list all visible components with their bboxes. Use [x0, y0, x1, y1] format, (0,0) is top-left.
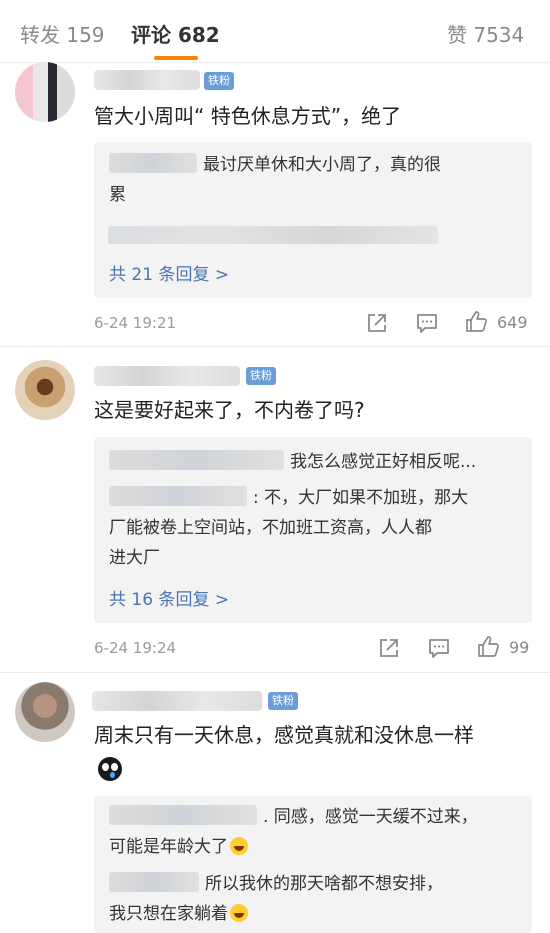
comment-text: 这是要好起来了，不内卷了吗? — [94, 398, 365, 422]
thumbs-up-icon[interactable] — [477, 635, 501, 659]
view-more-replies-link[interactable]: 共 21 条回复 > — [109, 260, 229, 285]
avatar[interactable] — [15, 682, 75, 742]
divider — [0, 672, 550, 673]
reply-box[interactable]: 我怎么感觉正好相反呢... : 不，大厂如果不加班，那大 厂能被卷上空间站，不加… — [94, 437, 532, 623]
reply-item[interactable]: 所以我休的那天啥都不想安排， 我只想在家躺着 — [109, 869, 517, 929]
comment-timestamp: 6-24 19:24 — [94, 639, 177, 657]
reply-text-line: 所以我休的那天啥都不想安排， — [205, 874, 443, 894]
active-tab-indicator — [154, 56, 198, 60]
reply-text-line: 最讨厌单休和大小周了，真的很 — [203, 155, 441, 175]
reply-item[interactable]: : 不，大厂如果不加班，那大 厂能被卷上空间站，不加班工资高，人人都 进大厂 — [109, 483, 517, 573]
like-count: 99 — [509, 638, 530, 657]
avatar[interactable] — [15, 360, 75, 420]
share-icon[interactable] — [366, 312, 388, 334]
avatar[interactable] — [15, 62, 75, 122]
username-blurred[interactable] — [94, 70, 200, 90]
divider — [0, 346, 550, 347]
tab-repost[interactable]: 转发 159 — [20, 19, 105, 48]
comment-text: 管大小周叫“ 特色休息方式”，绝了 — [94, 104, 402, 128]
thumbs-up-icon[interactable] — [465, 310, 489, 334]
reply-username-blurred — [109, 872, 199, 892]
reply-box[interactable]: . 同感，感觉一天缓不过来， 可能是年龄大了 所以我休的那天啥都不想安排， 我只… — [94, 796, 532, 933]
tab-likes[interactable]: 赞 7534 — [447, 19, 524, 48]
fan-badge: 铁粉 — [268, 692, 298, 710]
reply-username-blurred — [109, 486, 247, 506]
comment-icon[interactable] — [416, 312, 438, 334]
reply-username-blurred — [109, 153, 197, 173]
fan-badge: 铁粉 — [204, 72, 234, 90]
reply-text-line: . 同感，感觉一天缓不过来， — [263, 807, 478, 827]
laughing-emoji-icon — [230, 837, 248, 855]
reply-username-blurred — [109, 450, 284, 470]
comment-timestamp: 6-24 19:21 — [94, 314, 177, 332]
reply-text-line: : 不，大厂如果不加班，那大 — [253, 488, 469, 508]
reply-item[interactable]: . 同感，感觉一天缓不过来， 可能是年龄大了 — [109, 802, 517, 862]
reply-username-blurred — [109, 805, 257, 825]
username-blurred[interactable] — [92, 691, 262, 711]
laughing-emoji-icon — [230, 904, 248, 922]
crying-emoji-icon — [98, 757, 122, 781]
reply-text-line: 累 — [109, 185, 126, 205]
reply-item[interactable]: 最讨厌单休和大小周了，真的很 累 — [109, 150, 517, 210]
reply-box[interactable]: 最讨厌单休和大小周了，真的很 累 共 21 条回复 > — [94, 142, 532, 298]
reply-text-line: 我只想在家躺着 — [109, 904, 228, 924]
view-more-replies-link[interactable]: 共 16 条回复 > — [109, 585, 229, 610]
comment-text: 周末只有一天休息，感觉真就和没休息一样 — [94, 723, 474, 747]
reply-item[interactable]: 我怎么感觉正好相反呢... — [109, 447, 517, 477]
reply-text-line: 进大厂 — [109, 548, 160, 568]
tab-bar: 转发 159 评论 682 赞 7534 — [0, 0, 550, 63]
like-count: 649 — [497, 313, 528, 332]
username-blurred[interactable] — [94, 366, 240, 386]
reply-blurred-line — [108, 226, 438, 244]
reply-text-line: 厂能被卷上空间站，不加班工资高，人人都 — [109, 518, 432, 538]
reply-text-line: 可能是年龄大了 — [109, 837, 228, 857]
fan-badge: 铁粉 — [246, 367, 276, 385]
share-icon[interactable] — [378, 637, 400, 659]
reply-text-line: 我怎么感觉正好相反呢... — [290, 452, 477, 472]
tab-comments[interactable]: 评论 682 — [131, 19, 220, 48]
comment-icon[interactable] — [428, 637, 450, 659]
